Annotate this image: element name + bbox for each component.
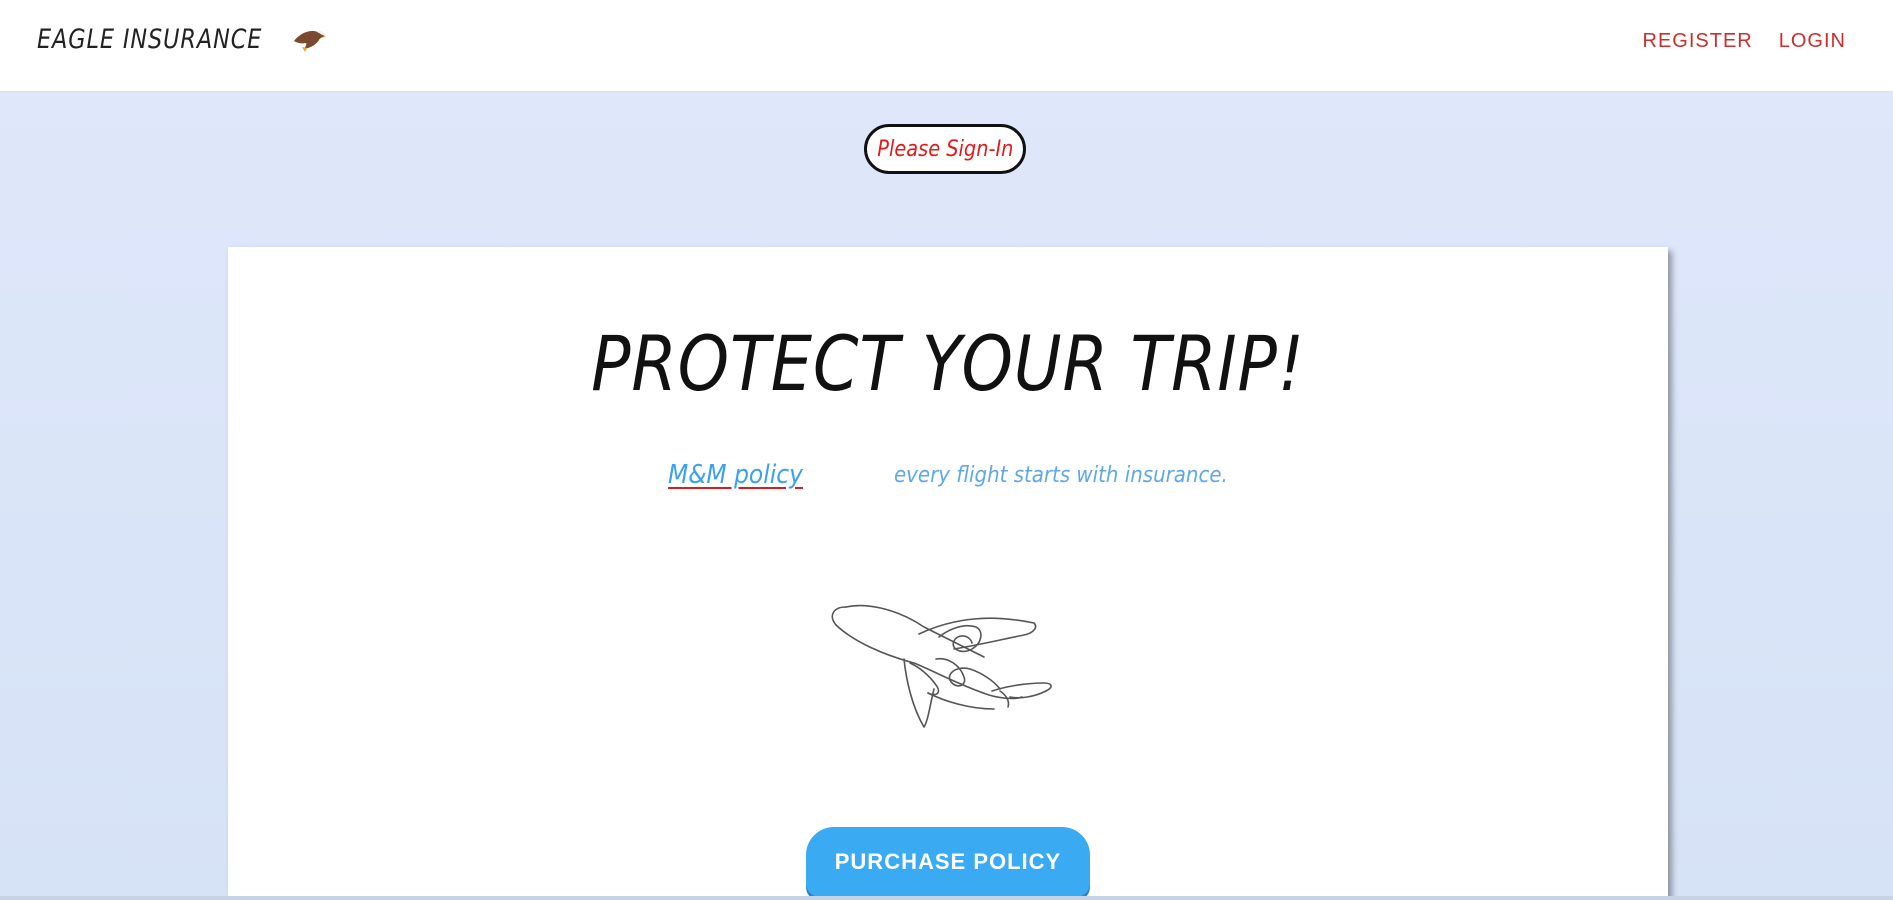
top-navbar: EAGLE INSURANCE REGISTER LOGIN — [0, 0, 1893, 91]
signin-notice-label: Please Sign-In — [876, 136, 1014, 162]
signin-notice-button[interactable]: Please Sign-In — [864, 124, 1026, 174]
purchase-policy-button[interactable]: PURCHASE POLICY — [806, 827, 1090, 897]
brand[interactable]: EAGLE INSURANCE — [37, 24, 326, 55]
hero-tagline: every flight starts with insurance. — [894, 463, 1228, 488]
policy-link[interactable]: M&M policy — [668, 460, 803, 490]
register-link[interactable]: REGISTER — [1643, 30, 1753, 53]
hero-card: PROTECT YOUR TRIP! M&M policy every flig… — [228, 247, 1668, 900]
nav-links: REGISTER LOGIN — [1643, 30, 1847, 53]
hero-headline: PROTECT YOUR TRIP! — [591, 319, 1305, 408]
brand-name[interactable]: EAGLE INSURANCE — [37, 24, 262, 55]
eagle-icon — [293, 30, 326, 52]
login-link[interactable]: LOGIN — [1779, 30, 1846, 53]
airplane-illustration — [831, 604, 1052, 728]
horizontal-scrollbar[interactable] — [0, 896, 1893, 900]
